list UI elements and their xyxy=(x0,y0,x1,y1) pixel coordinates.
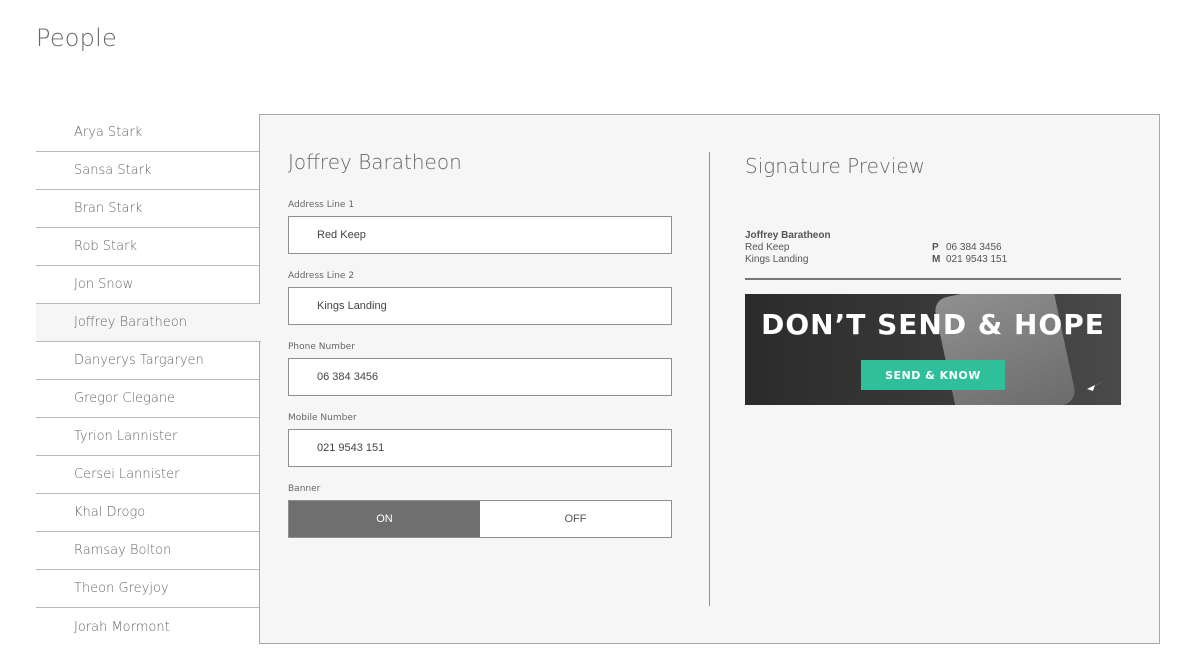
sidebar-item-person[interactable]: Gregor Clegane xyxy=(36,380,259,418)
people-sidebar: Arya Stark Sansa Stark Bran Stark Rob Stark… xyxy=(36,114,261,646)
sidebar-item-person[interactable]: Ramsay Bolton xyxy=(36,532,259,570)
signature-phone: 06 384 3456 xyxy=(946,242,1002,253)
address-line-2-label: Address Line 2 xyxy=(288,271,355,281)
signature-preview-title: Signature Preview xyxy=(745,154,925,178)
phone-number-label: Phone Number xyxy=(288,342,355,352)
person-form: Joffrey Baratheon Address Line 1 Address… xyxy=(288,150,672,538)
banner-headline: DON’T SEND & HOPE xyxy=(761,308,1105,341)
sidebar-item-person[interactable]: Rob Stark xyxy=(36,228,259,266)
mobile-number-input[interactable] xyxy=(288,429,672,467)
person-name-heading: Joffrey Baratheon xyxy=(288,150,462,174)
banner-on-button[interactable]: ON xyxy=(289,501,480,537)
sidebar-item-person[interactable]: Khal Drogo xyxy=(36,494,259,532)
banner-cta-button: SEND & KNOW xyxy=(861,360,1005,390)
vertical-divider xyxy=(709,152,710,606)
page-title: People xyxy=(36,24,117,52)
signature-rule xyxy=(745,278,1121,280)
banner-toggle: ON OFF xyxy=(288,500,672,538)
sidebar-item-person[interactable]: Bran Stark xyxy=(36,190,259,228)
sidebar-item-person[interactable]: Jon Snow xyxy=(36,266,259,304)
signature-phone-row: P 06 384 3456 xyxy=(932,242,1007,254)
phone-number-input[interactable] xyxy=(288,358,672,396)
sidebar-item-person[interactable]: Cersei Lannister xyxy=(36,456,259,494)
phone-prefix: P xyxy=(932,242,939,253)
sidebar-item-person[interactable]: Tyrion Lannister xyxy=(36,418,259,456)
signature-name: Joffrey Baratheon xyxy=(745,230,831,241)
sidebar-item-person[interactable]: Arya Stark xyxy=(36,114,259,152)
signature-preview: Signature Preview Joffrey Baratheon Red … xyxy=(745,154,1121,405)
signature-banner: DON’T SEND & HOPE SEND & KNOW xyxy=(745,294,1121,405)
signature-block: Joffrey Baratheon Red Keep Kings Landing… xyxy=(745,230,1121,278)
banner-label: Banner xyxy=(288,484,321,494)
mobile-prefix: M xyxy=(932,254,941,265)
sidebar-item-person[interactable]: Danyerys Targaryen xyxy=(36,342,259,380)
address-line-1-label: Address Line 1 xyxy=(288,200,355,210)
address-line-1-input[interactable] xyxy=(288,216,672,254)
banner-off-button[interactable]: OFF xyxy=(480,501,671,537)
address-line-2-input[interactable] xyxy=(288,287,672,325)
sidebar-item-person[interactable]: Jorah Mormont xyxy=(36,608,259,646)
signature-mobile: 021 9543 151 xyxy=(946,254,1008,265)
sidebar-item-person[interactable]: Joffrey Baratheon xyxy=(36,304,261,342)
mobile-number-label: Mobile Number xyxy=(288,413,357,423)
signature-contacts: P 06 384 3456 M 021 9543 151 xyxy=(932,242,1007,266)
signature-mobile-row: M 021 9543 151 xyxy=(932,254,1007,266)
paper-plane-icon xyxy=(1087,379,1109,391)
sidebar-item-person[interactable]: Sansa Stark xyxy=(36,152,259,190)
sidebar-item-person[interactable]: Theon Greyjoy xyxy=(36,570,259,608)
